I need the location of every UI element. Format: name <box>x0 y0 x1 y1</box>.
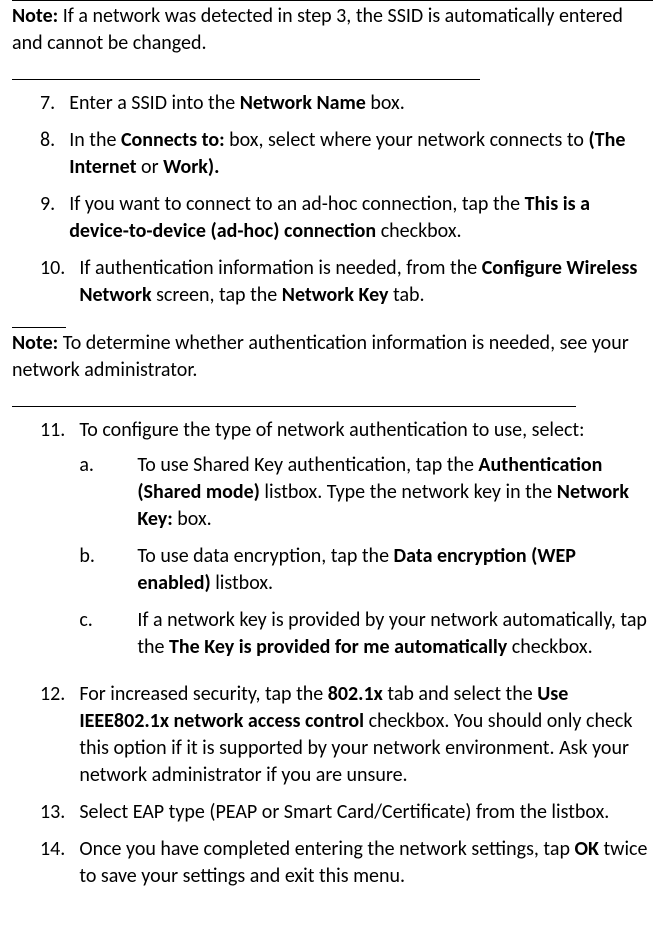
step-number: 8. <box>12 127 69 181</box>
sub-step-content: To use data encryption, tap the Data enc… <box>137 543 653 597</box>
step-number: 11. <box>12 417 79 671</box>
bold-text: Work). <box>163 155 219 179</box>
divider <box>12 0 653 1</box>
step-content: Once you have completed entering the net… <box>79 836 653 890</box>
sub-step-item: a.To use Shared Key authentication, tap … <box>79 452 653 533</box>
bold-text: 802.1x <box>328 682 383 706</box>
step-number: 13. <box>12 799 79 826</box>
step-content: In the Connects to: box, select where yo… <box>69 127 653 181</box>
bold-text: Data encryption (WEP enabled) <box>137 544 576 595</box>
divider <box>12 327 66 328</box>
note-2: Note: To determine whether authenticatio… <box>12 330 653 384</box>
step-content: If you want to connect to an ad-hoc conn… <box>69 191 653 245</box>
step-item: 12.For increased security, tap the 802.1… <box>12 681 653 789</box>
sub-step-item: c.If a network key is provided by your n… <box>79 607 653 661</box>
sub-step-letter: c. <box>79 607 137 661</box>
step-number: 12. <box>12 681 79 789</box>
step-item: 14.Once you have completed entering the … <box>12 836 653 890</box>
step-item: 7.Enter a SSID into the Network Name box… <box>12 90 653 117</box>
step-number: 7. <box>12 90 69 117</box>
divider <box>12 406 576 407</box>
step-content: Enter a SSID into the Network Name box. <box>69 90 653 117</box>
steps-list-a: 7.Enter a SSID into the Network Name box… <box>12 90 653 309</box>
bold-text: Network Key <box>282 283 389 307</box>
note-label: Note: <box>12 4 58 28</box>
step-item: 11.To configure the type of network auth… <box>12 417 653 671</box>
bold-text: This is a device-to-device (ad-hoc) conn… <box>69 192 590 243</box>
step-item: 9.If you want to connect to an ad-hoc co… <box>12 191 653 245</box>
sub-step-letter: a. <box>79 452 137 533</box>
note-label: Note: <box>12 331 58 355</box>
bold-text: OK <box>574 837 598 861</box>
step-content: If authentication information is needed,… <box>79 255 653 309</box>
bold-text: Connects to: <box>121 128 225 152</box>
step-content: To configure the type of network authent… <box>79 417 653 671</box>
note-1: Note: If a network was detected in step … <box>12 3 653 57</box>
step-number: 9. <box>12 191 69 245</box>
bold-text: Authentication (Shared mode) <box>137 453 602 504</box>
step-number: 10. <box>12 255 79 309</box>
note-text: If a network was detected in step 3, the… <box>12 4 623 55</box>
step-number: 14. <box>12 836 79 890</box>
divider <box>12 79 480 80</box>
bold-text: Network Name <box>240 91 366 115</box>
sub-steps-list: a.To use Shared Key authentication, tap … <box>79 452 653 661</box>
sub-step-letter: b. <box>79 543 137 597</box>
bold-text: Use IEEE802.1x network access control <box>79 682 568 733</box>
step-item: 10.If authentication information is need… <box>12 255 653 309</box>
note-text: To determine whether authentication info… <box>12 331 629 382</box>
sub-step-content: If a network key is provided by your net… <box>137 607 653 661</box>
steps-list-b: 11.To configure the type of network auth… <box>12 417 653 890</box>
step-content: For increased security, tap the 802.1x t… <box>79 681 653 789</box>
step-content: Select EAP type (PEAP or Smart Card/Cert… <box>79 799 653 826</box>
step-item: 13.Select EAP type (PEAP or Smart Card/C… <box>12 799 653 826</box>
sub-step-content: To use Shared Key authentication, tap th… <box>137 452 653 533</box>
sub-step-item: b.To use data encryption, tap the Data e… <box>79 543 653 597</box>
step-item: 8.In the Connects to: box, select where … <box>12 127 653 181</box>
bold-text: The Key is provided for me automatically <box>169 635 507 659</box>
